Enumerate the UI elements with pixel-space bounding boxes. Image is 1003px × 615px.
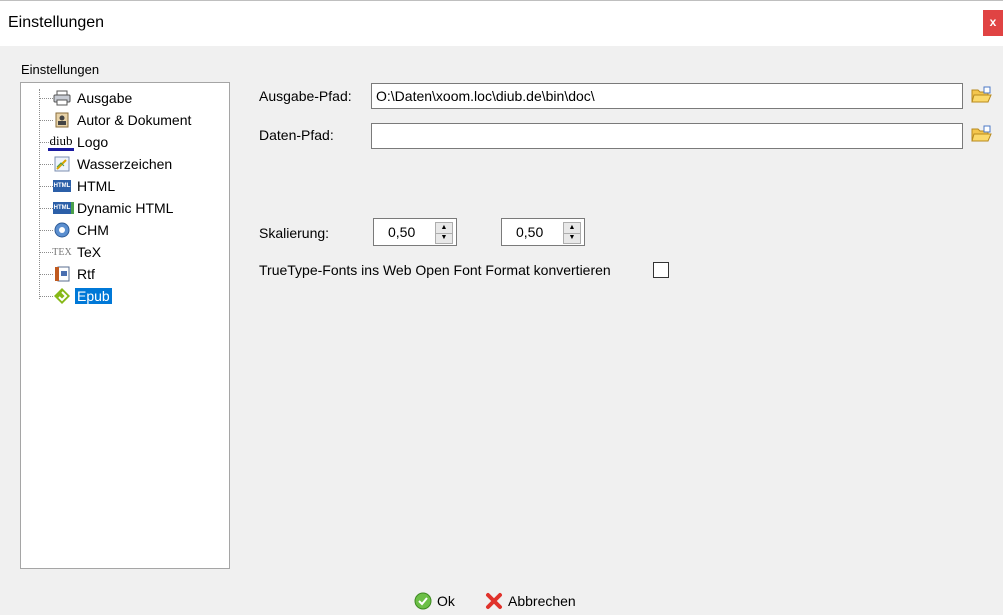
output-path-input[interactable]	[371, 83, 963, 109]
spin-down-icon[interactable]: ▼	[564, 233, 580, 243]
window-title: Einstellungen	[8, 14, 105, 31]
epub-icon	[53, 287, 71, 305]
tree-item-label: TeX	[77, 244, 102, 260]
tree-item-label: Logo	[77, 134, 109, 150]
tree-item-label: Wasserzeichen	[77, 156, 173, 172]
settings-group-label: Einstellungen	[21, 62, 100, 77]
tree-item-ausgabe[interactable]: Ausgabe	[21, 87, 221, 109]
scale-label: Skalierung:	[259, 225, 330, 241]
tree-item-label: Ausgabe	[77, 90, 133, 106]
tree-item-label: Autor & Dokument	[77, 112, 192, 128]
tree-item-epub[interactable]: Epub	[21, 285, 221, 307]
scale-y-spinner[interactable]: 0,50 ▲ ▼	[501, 218, 585, 246]
close-button[interactable]: x	[983, 10, 1003, 36]
tex-icon: TEX	[52, 246, 72, 258]
tree-item-autor[interactable]: Autor & Dokument	[21, 109, 221, 131]
browse-output-folder-button[interactable]	[970, 85, 992, 107]
folder-open-icon	[971, 125, 992, 142]
woff-convert-label: TrueType-Fonts ins Web Open Font Format …	[259, 262, 611, 278]
tree-item-label: CHM	[77, 222, 109, 238]
checkmark-icon	[414, 592, 432, 610]
tree-item-chm[interactable]: CHM	[21, 219, 221, 241]
dynamic-html-icon: HTML	[53, 202, 74, 214]
tree-item-logo[interactable]: diub Logo	[21, 131, 221, 153]
diub-logo-icon: diub	[48, 133, 74, 151]
author-icon	[53, 111, 71, 129]
watermark-icon	[53, 155, 71, 173]
title-bar: Einstellungen x	[0, 0, 1003, 46]
tree-item-label: Epub	[75, 288, 112, 304]
tree-item-dynamic-html[interactable]: HTML Dynamic HTML	[21, 197, 221, 219]
scale-x-value: 0,50	[388, 224, 416, 240]
tree-item-rtf[interactable]: Rtf	[21, 263, 221, 285]
tree-item-html[interactable]: HTML HTML	[21, 175, 221, 197]
data-path-input[interactable]	[371, 123, 963, 149]
cancel-label: Abbrechen	[508, 593, 576, 609]
woff-convert-checkbox[interactable]	[653, 262, 669, 278]
output-path-label: Ausgabe-Pfad:	[259, 88, 352, 104]
tree-item-label: Dynamic HTML	[77, 200, 174, 216]
scale-x-spinner[interactable]: 0,50 ▲ ▼	[373, 218, 457, 246]
cancel-button[interactable]: Abbrechen	[485, 590, 576, 612]
tree-item-tex[interactable]: TEX TeX	[21, 241, 221, 263]
rtf-icon	[53, 265, 71, 283]
spin-down-icon[interactable]: ▼	[436, 233, 452, 243]
tree-item-label: Rtf	[77, 266, 95, 282]
data-path-label: Daten-Pfad:	[259, 127, 334, 143]
tree-item-label: HTML	[77, 178, 116, 194]
html-icon: HTML	[53, 180, 71, 192]
folder-open-icon	[971, 86, 992, 103]
ok-button[interactable]: Ok	[414, 590, 455, 612]
scale-y-value: 0,50	[516, 224, 544, 240]
chm-help-icon	[53, 221, 71, 239]
cross-icon	[486, 593, 502, 609]
ok-label: Ok	[437, 593, 455, 609]
tree-item-wasserzeichen[interactable]: Wasserzeichen	[21, 153, 221, 175]
printer-icon	[53, 89, 71, 107]
browse-data-folder-button[interactable]	[970, 124, 992, 146]
settings-tree[interactable]: Ausgabe Autor & Dokument diub Logo Wasse…	[20, 82, 230, 569]
